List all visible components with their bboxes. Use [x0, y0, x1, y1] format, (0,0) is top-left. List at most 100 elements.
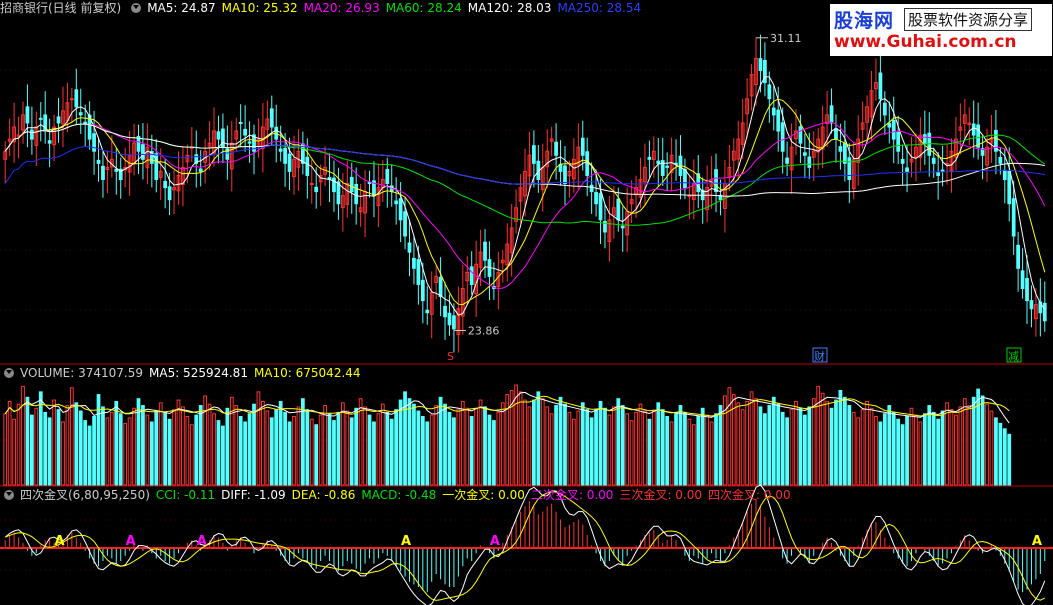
- volume-bar: [860, 409, 865, 486]
- volume-bar: [607, 414, 612, 486]
- candle-body: [305, 156, 310, 176]
- volume-bar: [994, 417, 998, 486]
- volume-bar: [998, 422, 1003, 486]
- candle-body: [416, 259, 421, 285]
- candle-body: [563, 165, 567, 185]
- indicator-diff: DIFF: -1.09: [221, 488, 286, 502]
- volume-bar: [634, 411, 638, 486]
- volume-bar: [576, 410, 581, 486]
- volume-bar: [69, 387, 74, 486]
- candle-body: [532, 145, 536, 164]
- volume-bar: [141, 405, 145, 486]
- volume-bar: [936, 418, 941, 486]
- candle-body: [403, 211, 407, 237]
- golden-cross-marker: A: [401, 534, 411, 549]
- candle-body: [78, 112, 83, 116]
- volume-bar: [758, 406, 763, 486]
- volume-bar: [625, 413, 630, 486]
- volume-bar: [820, 392, 825, 486]
- volume-bar: [585, 409, 590, 486]
- low-label: 23.86: [468, 324, 500, 337]
- candle-body: [167, 186, 172, 201]
- candle-body: [385, 168, 390, 185]
- volume-bar: [287, 421, 292, 486]
- candle-body: [425, 309, 430, 314]
- indicator-cross1: 一次金叉: 0.00: [442, 488, 525, 502]
- volume-bar: [181, 406, 185, 486]
- event-marker-cai: 财: [814, 349, 825, 363]
- volume-bar: [385, 411, 390, 486]
- price-ma250: MA250: 28.54: [557, 1, 642, 15]
- volume-bar: [709, 421, 714, 486]
- volume-bar: [856, 417, 861, 486]
- candle-body: [580, 137, 585, 156]
- volume-bar: [674, 413, 678, 486]
- candle-body: [554, 141, 558, 156]
- volume-bar: [309, 418, 314, 486]
- volume-bar: [34, 407, 39, 486]
- volume-bar: [789, 409, 794, 486]
- volume-bar: [3, 413, 8, 486]
- volume-bar: [549, 413, 554, 486]
- candle-body: [776, 109, 781, 132]
- volume-bar: [265, 410, 270, 486]
- candle-body: [269, 108, 274, 128]
- candle-body: [589, 184, 594, 193]
- candle-body: [585, 151, 590, 176]
- volume-bar: [420, 416, 425, 486]
- candle-body: [683, 168, 687, 189]
- candle-body: [92, 133, 96, 152]
- volume-bar: [496, 411, 501, 486]
- volume-bar: [278, 400, 283, 486]
- indicator-cci: CCI: -0.11: [155, 488, 216, 502]
- volume-bar: [380, 403, 385, 486]
- candle-body: [1029, 300, 1034, 310]
- volume-bar: [958, 406, 963, 486]
- candle-body: [483, 241, 487, 261]
- dropdown-icon[interactable]: [4, 490, 14, 500]
- candle-body: [896, 131, 901, 152]
- candle-body: [198, 168, 203, 172]
- candle-body: [29, 129, 34, 140]
- candle-body: [780, 122, 785, 152]
- volume-bar: [118, 413, 123, 486]
- candle-body: [807, 156, 812, 168]
- volume-bar: [154, 410, 159, 486]
- volume-bar: [149, 421, 154, 486]
- candle-body: [238, 122, 243, 125]
- candle-body: [407, 242, 412, 253]
- volume-bar: [598, 400, 603, 486]
- volume-bar: [922, 413, 927, 486]
- candle-body: [647, 156, 652, 160]
- candle-body: [940, 169, 945, 172]
- candle-body: [447, 312, 452, 326]
- price-panel-header: 招商银行(日线 前复权) MA5: 24.87 MA10: 25.32 MA20: 2…: [0, 0, 647, 16]
- volume-bar: [456, 409, 461, 486]
- volume-bar: [838, 389, 843, 486]
- volume-bar: [376, 413, 381, 486]
- volume-bar: [447, 411, 452, 486]
- candle-body: [945, 162, 949, 165]
- volume-bar: [665, 416, 670, 486]
- volume-bar: [176, 399, 181, 486]
- candle-body: [834, 128, 838, 140]
- volume-bar: [114, 400, 119, 486]
- volume-bar: [829, 407, 834, 486]
- indicator-cross2: 二次金叉: 0.00: [530, 488, 614, 502]
- volume-bar: [745, 400, 750, 486]
- volume-bar: [87, 425, 92, 486]
- volume-bar: [536, 391, 541, 486]
- dropdown-icon[interactable]: [131, 3, 142, 13]
- candle-body: [971, 123, 976, 136]
- volume-bar: [647, 418, 652, 486]
- volume-bar: [61, 421, 65, 486]
- volume-bar: [7, 400, 12, 486]
- volume-bar: [660, 409, 665, 486]
- watermark-line1: 股海网: [834, 10, 895, 32]
- candle-body: [767, 84, 772, 100]
- volume-bar: [971, 396, 976, 486]
- volume-bar: [296, 406, 301, 486]
- volume-bar: [367, 414, 372, 486]
- dropdown-icon[interactable]: [4, 368, 14, 378]
- volume-bar: [518, 391, 523, 486]
